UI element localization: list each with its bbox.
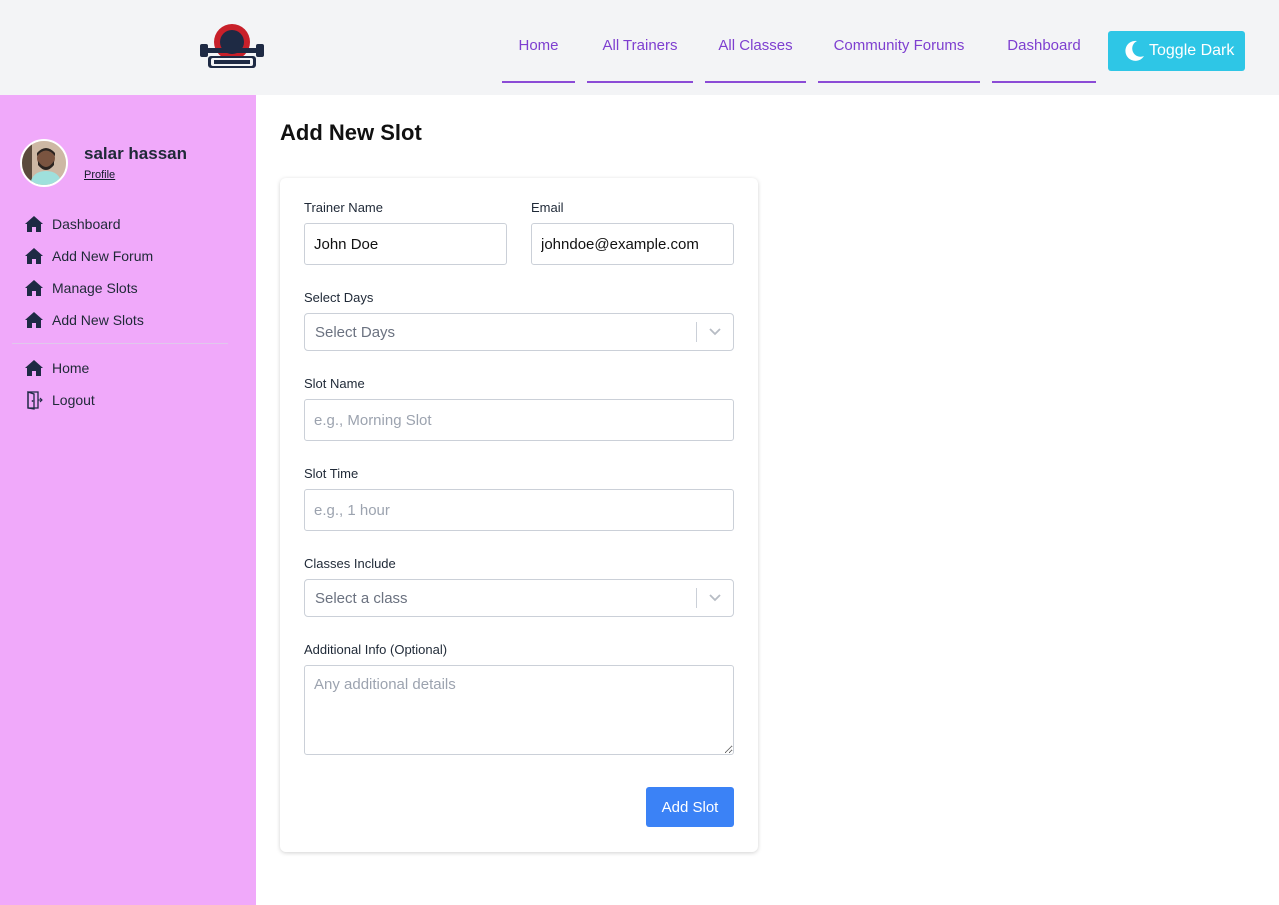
sidebar-item-label: Add New Slots <box>52 312 144 328</box>
sidebar-divider <box>12 343 228 344</box>
sidebar-item-label: Home <box>52 360 90 376</box>
additional-info-textarea[interactable] <box>304 665 734 755</box>
nav-community-forums[interactable]: Community Forums <box>818 0 980 83</box>
chevron-down-icon[interactable] <box>697 593 733 603</box>
sidebar-item-add-new-forum[interactable]: Add New Forum <box>24 240 153 272</box>
sidebar-item-manage-slots[interactable]: Manage Slots <box>24 272 153 304</box>
avatar[interactable] <box>20 139 68 187</box>
sidebar-bottom-menu: Home Logout <box>24 352 95 416</box>
main-nav: Home All Trainers All Classes Community … <box>502 0 1108 95</box>
email-input[interactable] <box>531 223 734 265</box>
nav-all-classes[interactable]: All Classes <box>705 0 806 83</box>
home-icon <box>25 312 43 328</box>
avatar-image <box>22 141 66 185</box>
add-slot-button[interactable]: Add Slot <box>646 787 734 827</box>
sidebar-item-dashboard[interactable]: Dashboard <box>24 208 153 240</box>
dashboard-sidebar: salar hassan Profile Dashboard Add New F… <box>0 95 256 905</box>
additional-info-label: Additional Info (Optional) <box>304 642 448 657</box>
page-title: Add New Slot <box>280 120 422 145</box>
sidebar-item-label: Manage Slots <box>52 280 138 296</box>
select-days-label: Select Days <box>304 290 374 305</box>
sidebar-item-logout[interactable]: Logout <box>24 384 95 416</box>
select-class-placeholder: Select a class <box>315 589 408 607</box>
slot-name-label: Slot Name <box>304 376 365 391</box>
email-label: Email <box>531 200 564 215</box>
sidebar-item-label: Logout <box>52 392 95 408</box>
top-navbar: Home All Trainers All Classes Community … <box>0 0 1279 95</box>
home-icon <box>25 280 43 296</box>
toggle-dark-label: Toggle Dark <box>1149 42 1235 59</box>
select-days-dropdown[interactable]: Select Days <box>304 313 734 351</box>
select-days-placeholder: Select Days <box>315 323 396 341</box>
sidebar-item-label: Dashboard <box>52 216 121 232</box>
nav-home[interactable]: Home <box>502 0 575 83</box>
user-profile: salar hassan Profile <box>20 139 187 187</box>
home-icon <box>25 360 43 376</box>
home-icon <box>25 248 43 264</box>
sidebar-item-label: Add New Forum <box>52 248 154 264</box>
profile-link[interactable]: Profile <box>84 169 115 181</box>
slot-name-input[interactable] <box>304 399 734 441</box>
trainer-name-input[interactable] <box>304 223 507 265</box>
sidebar-menu: Dashboard Add New Forum Manage Slots Add… <box>24 208 153 336</box>
fitness-logo[interactable] <box>198 20 266 74</box>
door-exit-icon <box>27 391 43 410</box>
select-class-dropdown[interactable]: Select a class <box>304 579 734 617</box>
chevron-down-icon[interactable] <box>697 327 733 337</box>
moon-icon <box>1125 40 1144 61</box>
sidebar-item-home[interactable]: Home <box>24 352 95 384</box>
sidebar-item-add-new-slots[interactable]: Add New Slots <box>24 304 153 336</box>
add-slot-form: Trainer Name Email Select Days Select Da… <box>280 178 758 852</box>
user-name: salar hassan <box>84 143 188 163</box>
nav-dashboard[interactable]: Dashboard <box>992 0 1096 83</box>
home-icon <box>25 216 43 232</box>
classes-include-label: Classes Include <box>304 556 396 571</box>
nav-all-trainers[interactable]: All Trainers <box>587 0 693 83</box>
trainer-name-label: Trainer Name <box>304 200 383 215</box>
slot-time-label: Slot Time <box>304 466 359 481</box>
slot-time-input[interactable] <box>304 489 734 531</box>
toggle-dark-button[interactable]: Toggle Dark <box>1108 31 1245 71</box>
